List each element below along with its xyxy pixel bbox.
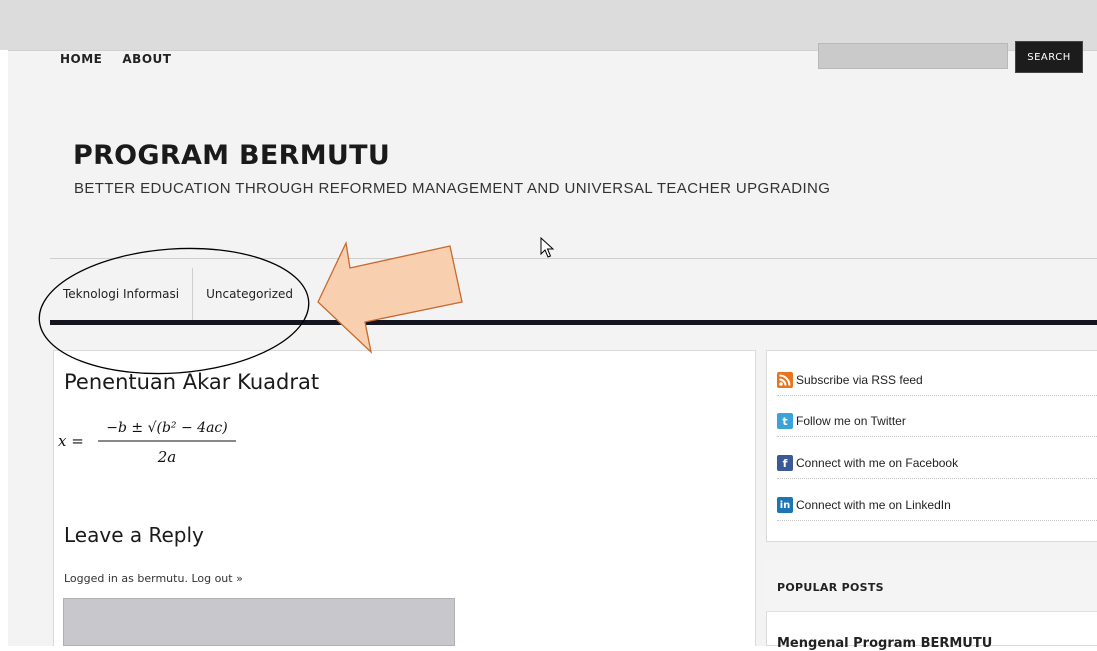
social-linkedin-link[interactable]: in Connect with me on LinkedIn [777,490,1097,521]
quadratic-formula: x = −b ± √(b² − 4ac) 2a [58,420,236,466]
category-nav: Teknologi Informasi Uncategorized [50,268,306,320]
social-facebook-label: Connect with me on Facebook [796,456,959,470]
linkedin-icon: in [777,497,793,513]
search-button[interactable]: SEARCH [1015,41,1083,73]
search-input[interactable] [818,43,1008,69]
social-facebook-link[interactable]: f Connect with me on Facebook [777,448,1097,479]
logged-in-prefix: Logged in as [64,572,138,585]
site-description: BETTER EDUCATION THROUGH REFORMED MANAGE… [74,180,831,197]
top-nav: HOME ABOUT [60,52,171,66]
header-divider [50,258,1097,259]
twitter-icon: t [777,413,793,429]
formula-numerator: −b ± √(b² − 4ac) [106,420,227,436]
social-linkedin-label: Connect with me on LinkedIn [796,498,951,512]
nav-home-link[interactable]: HOME [60,52,102,66]
rss-icon [777,372,793,388]
category-nav-bar [50,320,1097,325]
logged-in-text: Logged in as bermutu. Log out » [64,572,243,585]
logout-link[interactable]: Log out » [191,572,242,585]
social-twitter-link[interactable]: t Follow me on Twitter [777,406,1097,437]
site-title[interactable]: PROGRAM BERMUTU [73,140,390,171]
popular-post-link[interactable]: Mengenal Program BERMUTU [777,636,992,651]
social-twitter-label: Follow me on Twitter [796,414,906,428]
post-title[interactable]: Penentuan Akar Kuadrat [64,370,319,394]
formula-lhs: x = [58,432,84,450]
user-link[interactable]: bermutu [137,572,184,585]
social-rss-label: Subscribe via RSS feed [796,373,923,387]
mouse-cursor-icon [540,237,554,258]
popular-posts-title: POPULAR POSTS [777,581,884,594]
formula-denominator: 2a [157,448,177,466]
comment-textarea[interactable] [63,598,455,646]
reply-title: Leave a Reply [64,523,204,547]
facebook-icon: f [777,455,793,471]
social-rss-link[interactable]: Subscribe via RSS feed [777,365,1097,396]
nav-about-link[interactable]: ABOUT [122,52,171,66]
category-uncategorized[interactable]: Uncategorized [193,268,306,320]
category-teknologi-informasi[interactable]: Teknologi Informasi [50,268,194,320]
